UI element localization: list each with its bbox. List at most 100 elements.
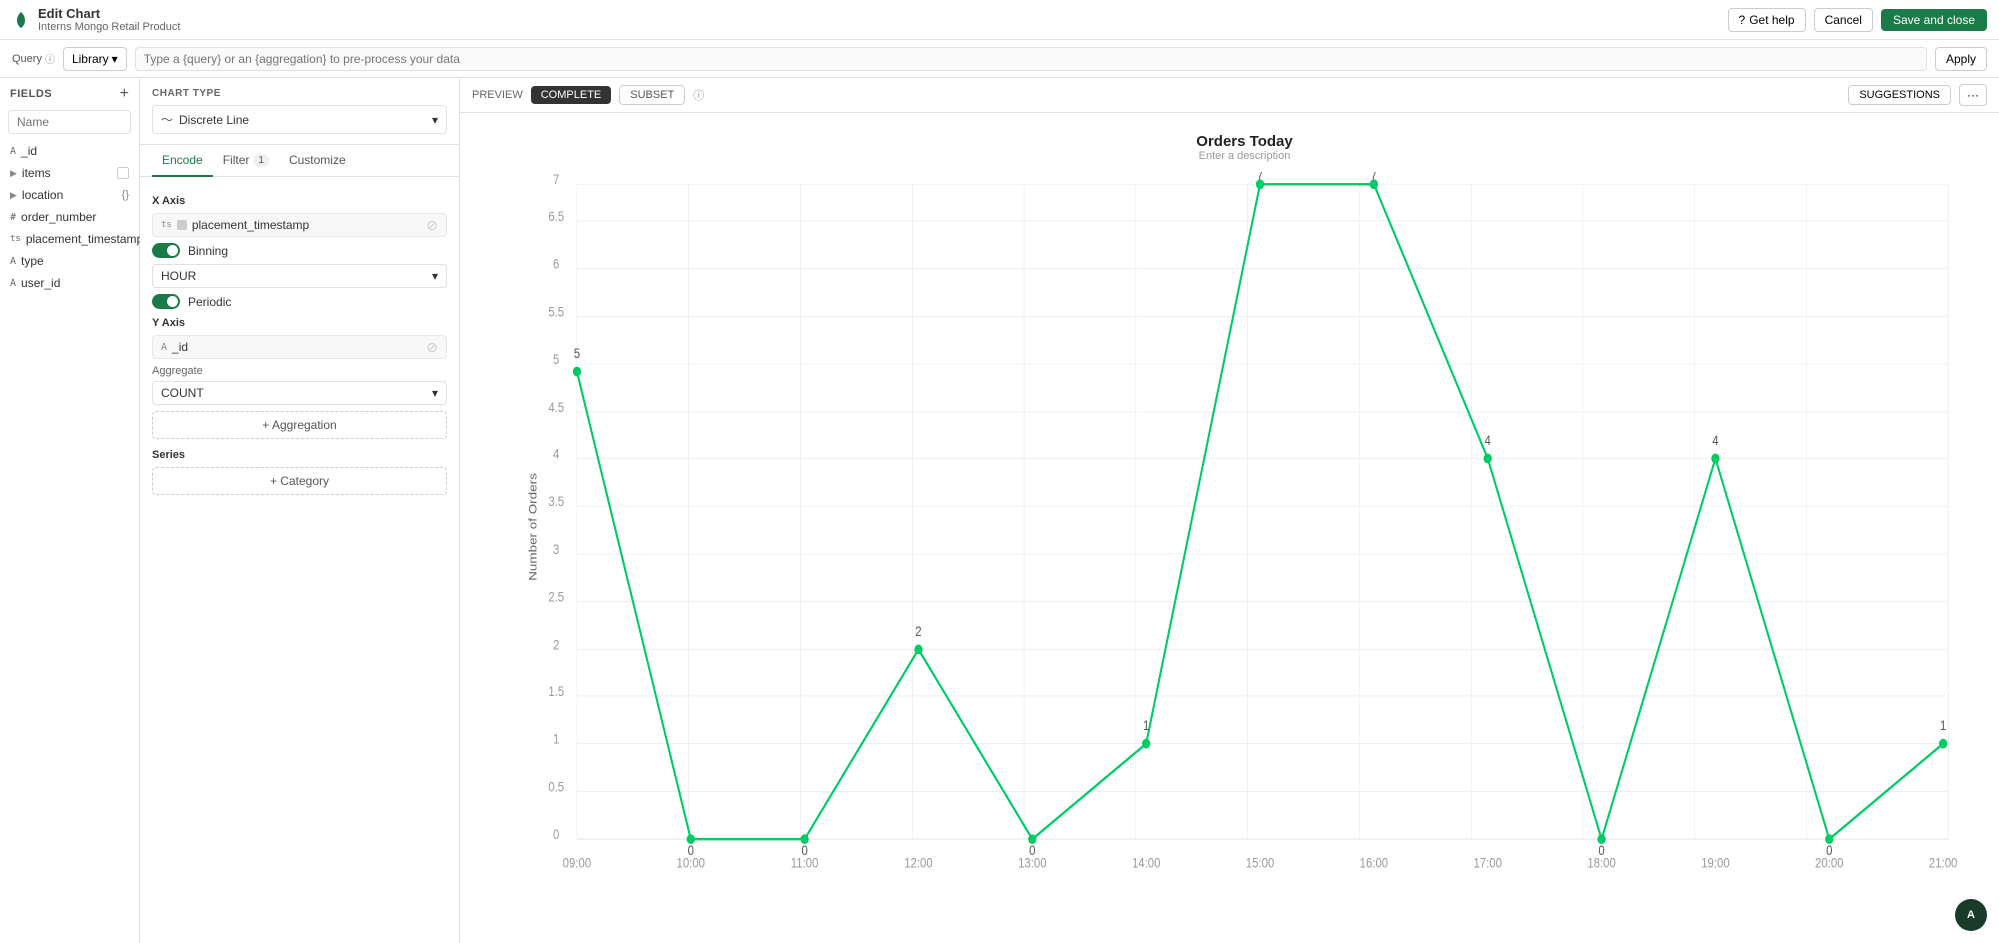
field-type-icon: A — [10, 146, 16, 157]
config-panel: CHART TYPE 〜 Discrete Line ▾ Encode Filt… — [140, 78, 460, 943]
bin-type-select[interactable]: HOUR ▾ — [152, 264, 447, 288]
chart-type-section: CHART TYPE 〜 Discrete Line ▾ — [140, 78, 459, 145]
fields-list: A _id ▶ items ▶ location {} — [0, 140, 139, 294]
top-bar: Edit Chart Interns Mongo Retail Product … — [0, 0, 1999, 40]
tab-customize[interactable]: Customize — [279, 145, 356, 177]
svg-text:14:00: 14:00 — [1132, 855, 1161, 870]
svg-text:12:00: 12:00 — [904, 855, 933, 870]
add-field-button[interactable]: + — [120, 86, 129, 102]
svg-text:1: 1 — [553, 732, 559, 747]
x-field-type-icon: ts — [161, 220, 172, 230]
svg-text:5.5: 5.5 — [548, 305, 564, 320]
chevron-down-icon: ▾ — [432, 269, 438, 283]
tab-complete[interactable]: COMPLETE — [531, 86, 612, 104]
chart-toolbar: PREVIEW COMPLETE SUBSET ⓘ SUGGESTIONS ··… — [460, 78, 1999, 113]
y-axis-delete-button[interactable]: ⊘ — [426, 340, 438, 354]
field-item[interactable]: ▶ items — [0, 162, 139, 184]
svg-text:7: 7 — [553, 172, 559, 187]
chart-line — [577, 184, 1943, 839]
library-button[interactable]: Library ▾ — [63, 47, 127, 71]
top-bar-actions: ? Get help Cancel Save and close — [1728, 8, 1987, 32]
chart-type-label: CHART TYPE — [152, 88, 447, 99]
periodic-toggle[interactable] — [152, 294, 180, 309]
svg-text:19:00: 19:00 — [1701, 855, 1730, 870]
svg-text:5: 5 — [574, 346, 580, 361]
encode-tabs: Encode Filter 1 Customize — [140, 145, 459, 177]
field-type-icon: A — [10, 256, 16, 267]
add-category-button[interactable]: + Category — [152, 467, 447, 495]
add-aggregation-button[interactable]: + Aggregation — [152, 411, 447, 439]
field-item[interactable]: # order_number — [0, 206, 139, 228]
x-field-name: placement_timestamp — [192, 218, 309, 232]
line-chart-icon: 〜 — [161, 111, 173, 128]
apply-button[interactable]: Apply — [1935, 47, 1987, 71]
field-name: location — [22, 188, 63, 202]
y-field-type-icon: A — [161, 342, 167, 353]
svg-text:18:00: 18:00 — [1587, 855, 1616, 870]
svg-text:1: 1 — [1143, 718, 1149, 733]
field-name: _id — [21, 144, 37, 158]
y-axis-field-row: A _id ⊘ — [152, 335, 447, 359]
encode-content: X Axis ts placement_timestamp ⊘ Binning … — [140, 177, 459, 943]
chevron-right-icon: ▶ — [10, 168, 17, 179]
field-item[interactable]: A user_id — [0, 272, 139, 294]
svg-text:1: 1 — [1940, 718, 1946, 733]
field-item[interactable]: ▶ location {} — [0, 184, 139, 206]
svg-text:3: 3 — [553, 542, 559, 557]
svg-text:0: 0 — [553, 827, 559, 842]
svg-text:Number of Orders: Number of Orders — [527, 473, 540, 581]
field-name: items — [22, 166, 51, 180]
svg-text:11:00: 11:00 — [791, 855, 819, 870]
field-item[interactable]: ts placement_timestamp — [0, 228, 139, 250]
chevron-down-icon: ▾ — [432, 113, 438, 127]
chart-title: Orders Today — [520, 133, 1969, 150]
save-close-button[interactable]: Save and close — [1881, 9, 1987, 31]
data-point — [1939, 739, 1947, 749]
question-icon: ? — [1739, 13, 1746, 27]
mongo-logo-icon — [12, 11, 30, 29]
x-field-color-icon — [177, 220, 187, 230]
svg-text:3.5: 3.5 — [548, 494, 564, 509]
field-name: type — [21, 254, 44, 268]
svg-text:0.5: 0.5 — [548, 780, 564, 795]
field-item[interactable]: A _id — [0, 140, 139, 162]
aggregate-select[interactable]: COUNT ▾ — [152, 381, 447, 405]
preview-label: PREVIEW — [472, 89, 523, 101]
data-point — [914, 645, 922, 655]
tab-filter[interactable]: Filter 1 — [213, 145, 279, 177]
chevron-down-icon: ▾ — [112, 52, 118, 66]
svg-text:4.5: 4.5 — [548, 400, 564, 415]
tab-subset[interactable]: SUBSET — [619, 85, 685, 105]
svg-text:2: 2 — [553, 638, 559, 653]
query-input[interactable] — [135, 47, 1927, 71]
binning-toggle[interactable] — [152, 243, 180, 258]
field-item[interactable]: A type — [0, 250, 139, 272]
chevron-right-icon: ▶ — [10, 190, 17, 201]
main-content: FIELDS + A _id ▶ items — [0, 78, 1999, 943]
subset-info-icon[interactable]: ⓘ — [693, 87, 704, 103]
svg-text:4: 4 — [1485, 433, 1491, 448]
bin-type-value: HOUR — [161, 269, 196, 283]
chart-type-value: Discrete Line — [179, 113, 249, 127]
data-point — [1142, 739, 1150, 749]
field-name: user_id — [21, 276, 60, 290]
x-axis-label: X Axis — [152, 195, 447, 207]
x-axis-delete-button[interactable]: ⊘ — [426, 218, 438, 232]
user-avatar[interactable]: A — [1955, 899, 1987, 931]
series-label: Series — [152, 449, 447, 461]
cancel-button[interactable]: Cancel — [1814, 8, 1873, 32]
svg-text:6: 6 — [553, 257, 559, 272]
field-type-icon: # — [10, 212, 16, 223]
field-array-icon — [117, 167, 129, 179]
svg-text:1.5: 1.5 — [548, 684, 564, 699]
chart-type-selector[interactable]: 〜 Discrete Line ▾ — [152, 105, 447, 134]
chevron-down-icon: ▾ — [432, 386, 438, 400]
svg-text:15:00: 15:00 — [1246, 855, 1275, 870]
tab-encode[interactable]: Encode — [152, 145, 213, 177]
field-type-icon: A — [10, 278, 16, 289]
more-options-button[interactable]: ··· — [1959, 84, 1987, 106]
get-help-button[interactable]: ? Get help — [1728, 8, 1806, 32]
suggestions-button[interactable]: SUGGESTIONS — [1848, 85, 1951, 105]
chart-svg: 0 0.5 1 1.5 2 2.5 3 3.5 4 4.5 5 5.5 6 6.… — [520, 172, 1969, 882]
fields-search-input[interactable] — [8, 110, 131, 134]
